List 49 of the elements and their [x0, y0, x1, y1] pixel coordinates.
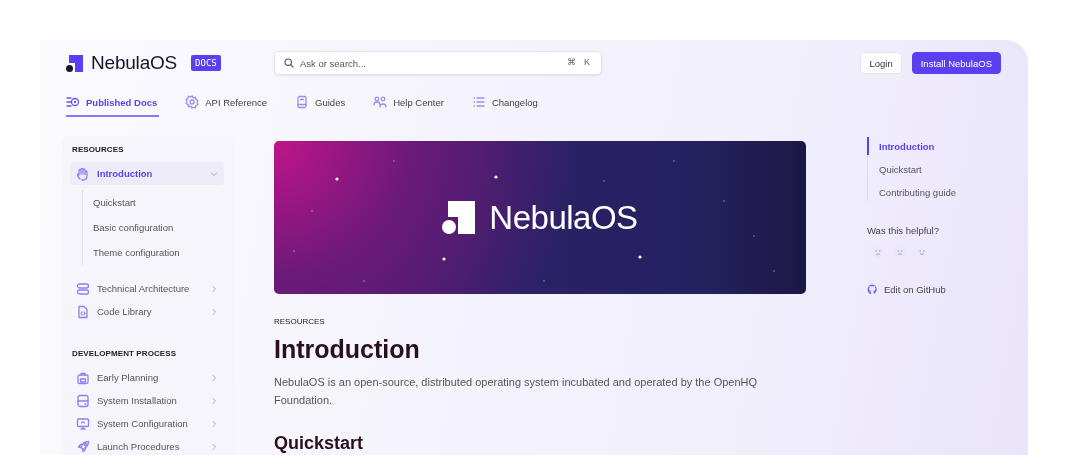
search-icon [284, 58, 294, 68]
hand-icon [76, 166, 90, 181]
brand-name: NebulaOS [91, 52, 178, 74]
feedback-question: Was this helpful? [867, 225, 940, 236]
file-icon [76, 304, 90, 319]
nav-tab[interactable]: Published Docs [66, 89, 160, 117]
github-icon [867, 284, 878, 295]
bag-icon [76, 370, 90, 385]
layers-icon [66, 95, 80, 109]
breadcrumb: RESOURCES [274, 317, 326, 326]
sidebar-subitem[interactable]: Theme configuration [93, 240, 224, 265]
banner-title: NebulaOS [489, 198, 638, 237]
install-button[interactable]: Install NebulaOS [911, 52, 1001, 74]
nav-tab[interactable]: Help Center [373, 89, 446, 117]
nav-tab[interactable]: API Reference [185, 89, 270, 117]
edit-link[interactable]: Edit on GitHub [867, 284, 997, 295]
intro-paragraph: NebulaOS is an open-source, distributed operating system incubated and operated by the OpenHQ Foundation. [274, 375, 759, 408]
sidebar-item[interactable]: Early Planning [70, 366, 224, 389]
book-icon [295, 95, 310, 109]
stack-icon [76, 281, 90, 296]
monitor-icon [76, 416, 90, 431]
sidebar-item[interactable]: System Configuration [70, 412, 224, 435]
section-heading: DEVELOPMENT PROCESS [72, 349, 178, 358]
toc-link[interactable]: Introduction [867, 137, 997, 155]
list-icon [471, 95, 486, 109]
gear-icon [185, 95, 200, 109]
logo-icon [66, 54, 83, 72]
sidebar-subitem[interactable]: Quickstart [93, 190, 224, 215]
section-title: Quickstart [274, 433, 365, 454]
server-icon [76, 393, 90, 408]
docs-badge: DOCS [191, 55, 221, 71]
logo-icon [442, 201, 476, 234]
login-button[interactable]: Login [860, 52, 902, 74]
nav-tab[interactable]: Changelog [471, 89, 540, 117]
shortcut-key: ⌘ [567, 57, 576, 67]
sidebar-item[interactable]: Technical Architecture [70, 277, 224, 300]
sidebar-subitem[interactable]: Basic configuration [93, 215, 224, 240]
sidebar-item[interactable]: Code Library [70, 300, 224, 323]
toc-link[interactable]: Quickstart [867, 160, 997, 178]
rocket-icon [76, 439, 90, 454]
toc-link[interactable]: Contributing guide [867, 183, 997, 201]
sidebar-item[interactable]: Introduction [70, 162, 224, 185]
people-icon [373, 95, 388, 109]
shortcut-key: K [584, 57, 590, 67]
section-heading: RESOURCES [72, 145, 125, 154]
sidebar-item[interactable]: System Installation [70, 389, 224, 412]
sidebar-item[interactable]: Launch Procedures [70, 435, 224, 455]
page-title: Introduction [274, 335, 421, 364]
nav-tab[interactable]: Guides [295, 89, 348, 117]
